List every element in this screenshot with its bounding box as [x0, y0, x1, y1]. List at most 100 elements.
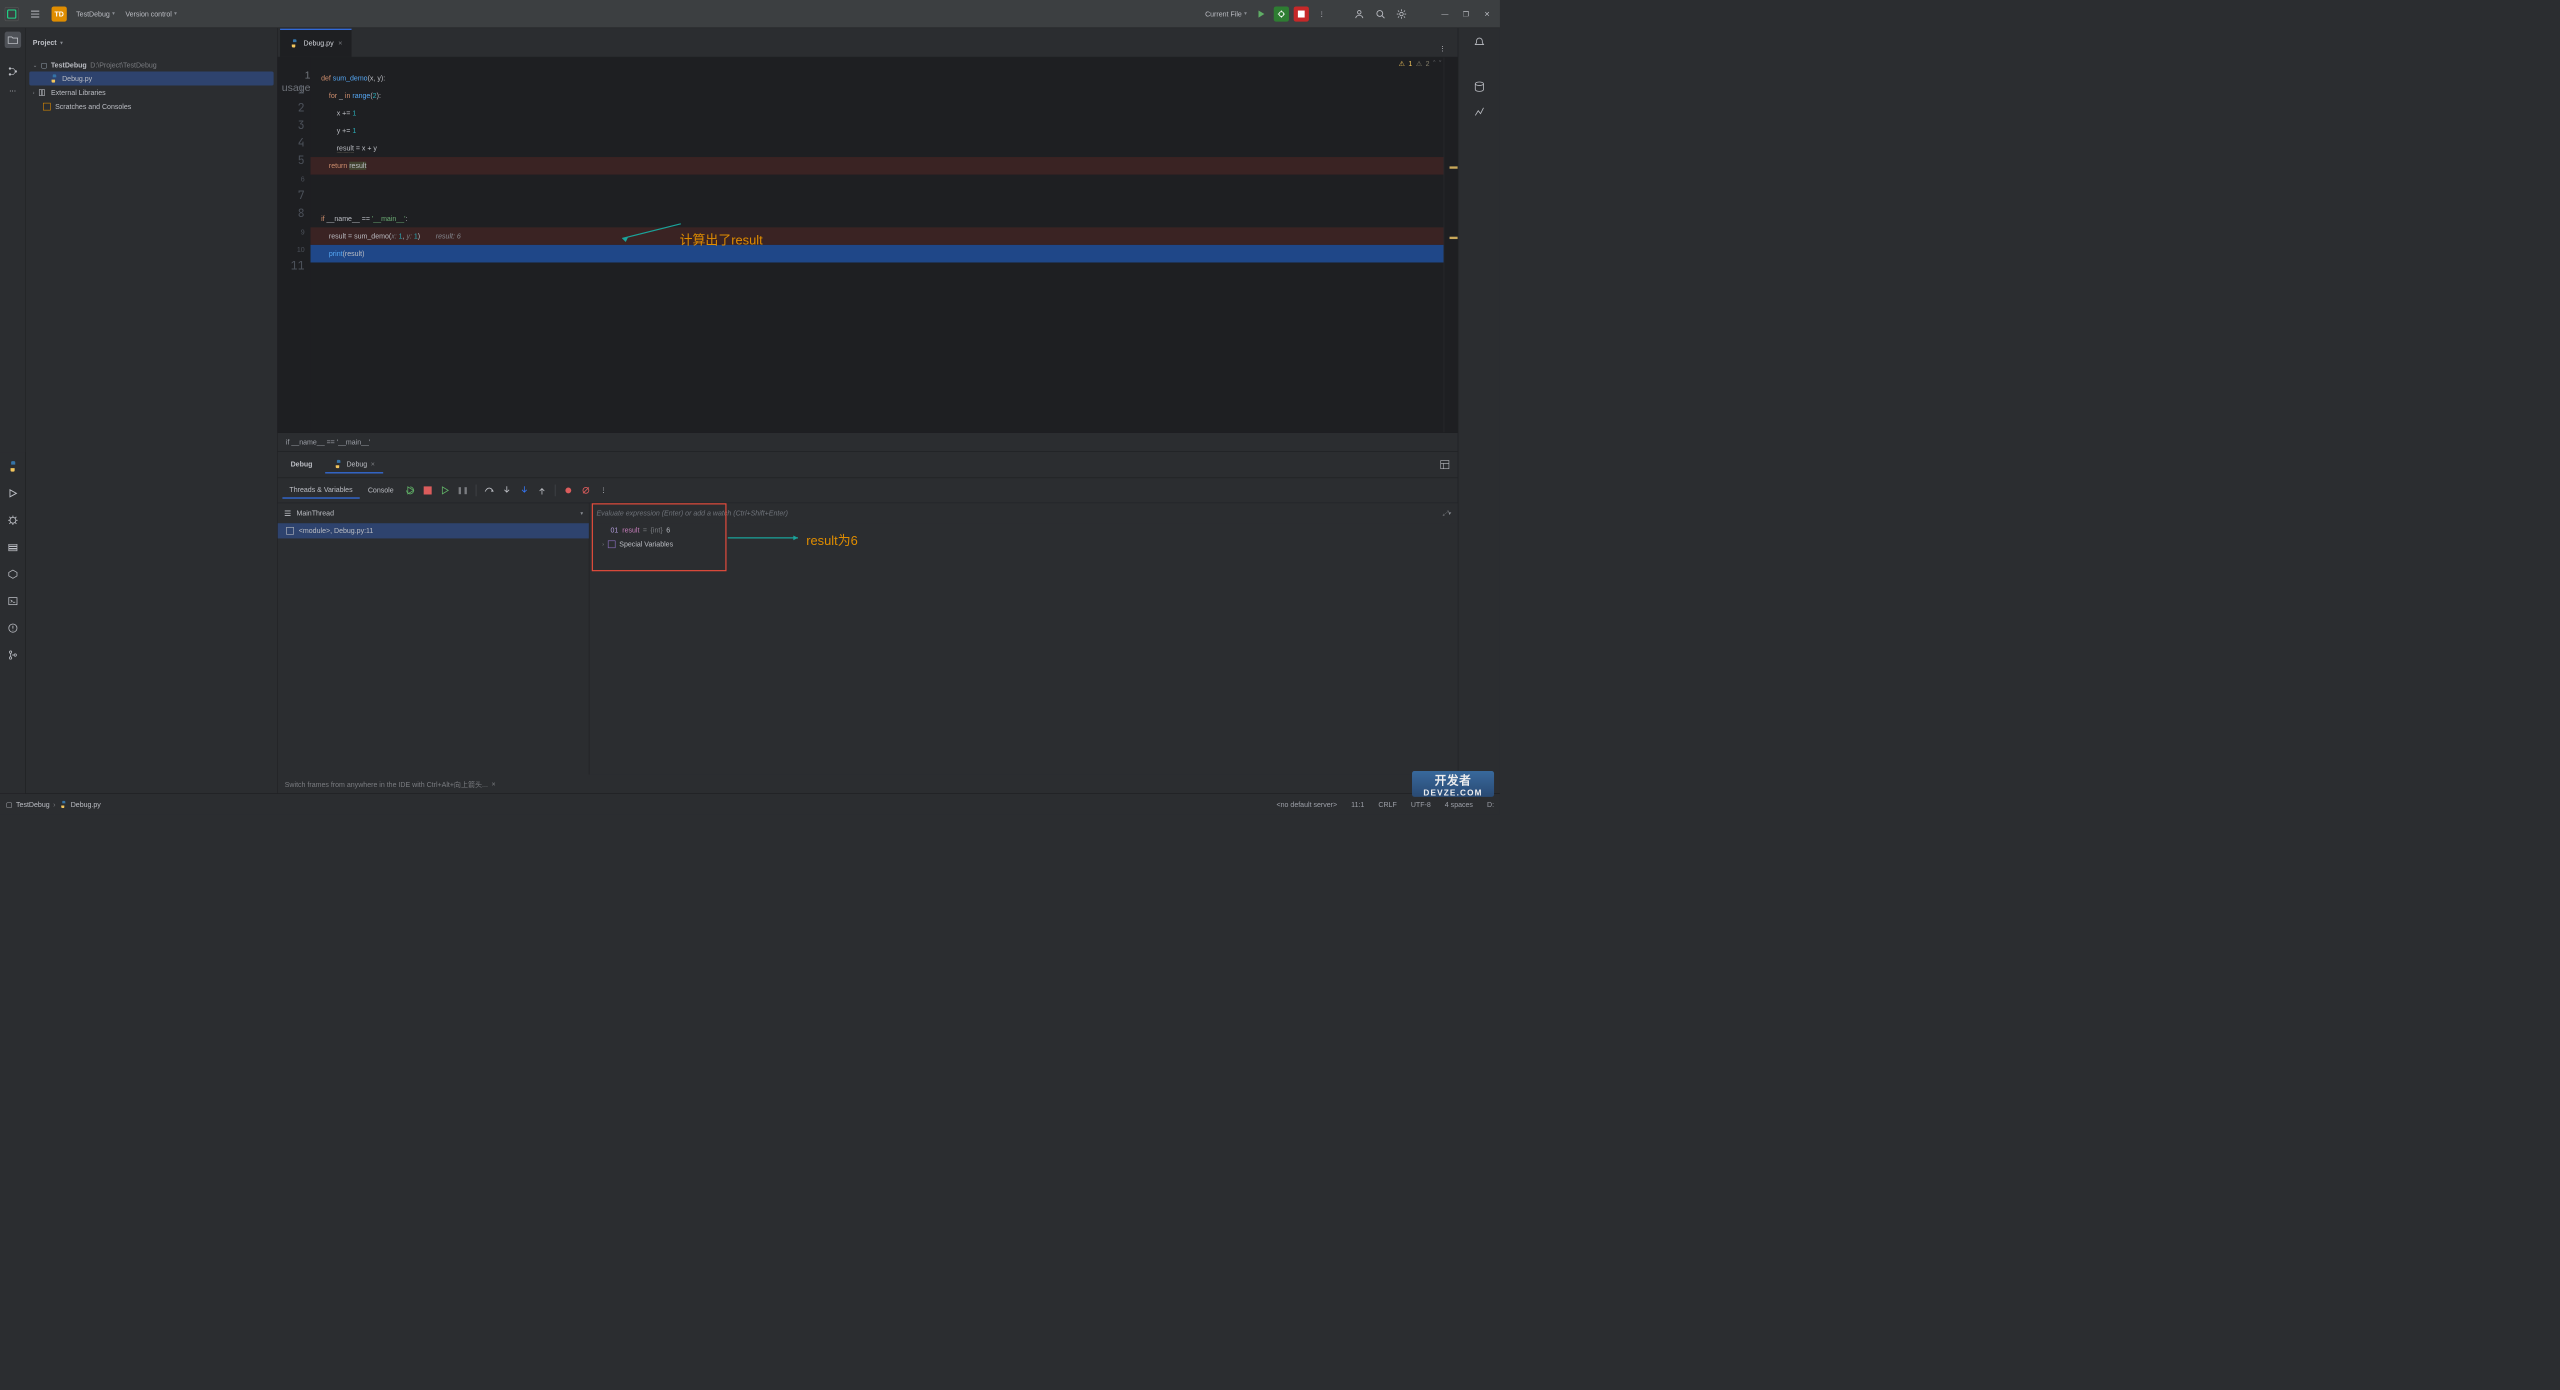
editor-breadcrumb[interactable]: if __name__ == '__main__' — [278, 432, 1458, 451]
project-tool-icon[interactable] — [4, 32, 20, 48]
frame-label: <module>, Debug.py:11 — [299, 527, 374, 535]
console-tab[interactable]: Console — [361, 483, 401, 498]
folder-icon: ▢ — [6, 800, 13, 808]
library-icon — [38, 88, 47, 97]
run-config-label: Current File — [1205, 10, 1242, 18]
annotation-label: result为6 — [806, 530, 858, 549]
tree-scratches[interactable]: Scratches and Consoles — [29, 100, 273, 114]
mute-breakpoints-icon[interactable] — [578, 482, 594, 498]
gutter[interactable]: 1 usage 1 2 3 4 5 6 7 8 9▷ 10 11 — [278, 57, 311, 432]
minimize-icon[interactable]: — — [1437, 6, 1453, 22]
layout-settings-icon[interactable] — [1437, 456, 1453, 472]
chevron-down-icon[interactable]: ▾ — [1448, 510, 1451, 516]
project-dropdown[interactable]: TestDebug ▾ — [75, 7, 116, 20]
debug-tool-title: Debug — [282, 456, 320, 472]
status-line-separator[interactable]: CRLF — [1378, 800, 1396, 808]
chevron-down-icon[interactable]: ▾ — [580, 510, 583, 516]
run-tool-icon[interactable] — [4, 485, 20, 501]
run-button[interactable] — [1253, 6, 1269, 22]
special-variables-row[interactable]: › Special Variables — [589, 537, 1457, 551]
thread-name[interactable]: MainThread — [296, 509, 334, 517]
chevron-right-icon: › — [602, 541, 604, 547]
status-server[interactable]: <no default server> — [1277, 800, 1338, 808]
project-tree[interactable]: ⌄ ▢ TestDebug D:\Project\TestDebug Debug… — [26, 57, 277, 114]
watermark: 开发者 DEVZE.COM — [1412, 771, 1494, 797]
debug-tool-window: Debug Debug × Threads & Variables Consol… — [278, 451, 1458, 793]
close-icon[interactable]: × — [371, 460, 375, 468]
tree-file-debug[interactable]: Debug.py — [29, 71, 273, 85]
app-icon — [5, 7, 19, 21]
code-editor[interactable]: ⚠1 ⚠2 ˆ ˇ 1 usage 1 2 3 4 5 6 7 8 — [278, 57, 1458, 432]
threads-variables-tab[interactable]: Threads & Variables — [282, 482, 359, 498]
annotation-arrow — [616, 221, 686, 244]
close-tab-icon[interactable]: × — [338, 39, 342, 47]
variable-row[interactable]: 01 result = {int} 6 — [589, 523, 1457, 537]
status-indent[interactable]: 4 spaces — [1445, 800, 1473, 808]
step-into-icon[interactable] — [499, 482, 515, 498]
external-libs-label: External Libraries — [51, 88, 106, 96]
resume-icon[interactable] — [437, 482, 453, 498]
variable-icon: 01 — [611, 526, 619, 534]
services-tool-icon[interactable] — [4, 539, 20, 555]
stop-icon[interactable] — [419, 482, 435, 498]
project-tool-title: Project — [33, 39, 57, 47]
debug-tool-icon[interactable] — [4, 512, 20, 528]
status-interpreter[interactable]: D: — [1487, 800, 1494, 808]
sciview-tool-icon[interactable] — [1471, 103, 1487, 119]
settings-icon[interactable] — [1393, 6, 1409, 22]
editor-tab[interactable]: Debug.py × — [280, 29, 352, 57]
tree-external-libraries[interactable]: › External Libraries — [29, 86, 273, 100]
python-file-icon — [289, 39, 298, 48]
more-icon[interactable]: ⋮ — [1314, 6, 1330, 22]
editor-scrollbar[interactable] — [1444, 57, 1458, 432]
evaluate-expression-input[interactable]: Evaluate expression (Enter) or add a wat… — [589, 503, 1457, 523]
tab-options-icon[interactable]: ⋮ — [1434, 40, 1450, 56]
python-packages-icon[interactable] — [4, 566, 20, 582]
chevron-down-icon[interactable]: ▾ — [60, 40, 63, 46]
debug-button[interactable] — [1274, 6, 1289, 21]
vcs-dropdown[interactable]: Version control ▾ — [124, 7, 178, 20]
vcs-tool-icon[interactable] — [4, 647, 20, 663]
project-badge: TD — [52, 6, 67, 21]
frame-row[interactable]: <module>, Debug.py:11 — [278, 523, 589, 538]
close-hint-icon[interactable]: × — [491, 780, 495, 788]
svg-text:01: 01 — [611, 528, 619, 535]
notifications-icon[interactable] — [1471, 34, 1487, 50]
step-into-my-code-icon[interactable] — [516, 482, 532, 498]
code-with-me-icon[interactable] — [1351, 6, 1367, 22]
status-breadcrumb[interactable]: ▢ TestDebug › Debug.py — [6, 800, 101, 808]
more-debug-icon[interactable]: ⋮ — [595, 482, 611, 498]
view-breakpoints-icon[interactable] — [560, 482, 576, 498]
folder-icon: ▢ — [41, 61, 48, 69]
chevron-down-icon: ▾ — [174, 11, 177, 17]
thread-icon — [284, 509, 292, 517]
structure-tool-icon[interactable] — [4, 63, 20, 79]
maximize-icon[interactable]: ❐ — [1458, 6, 1474, 22]
step-out-icon[interactable] — [534, 482, 550, 498]
problems-tool-icon[interactable] — [4, 620, 20, 636]
debug-toolbar: Threads & Variables Console ❚❚ ⋮ — [278, 478, 1458, 504]
pause-icon[interactable]: ❚❚ — [455, 482, 471, 498]
database-tool-icon[interactable] — [1471, 79, 1487, 95]
terminal-tool-icon[interactable] — [4, 593, 20, 609]
chevron-down-icon: ⌄ — [33, 62, 37, 68]
search-icon[interactable] — [1372, 6, 1388, 22]
tab-label: Debug.py — [303, 39, 333, 47]
scratches-label: Scratches and Consoles — [55, 103, 131, 111]
variables-panel: Evaluate expression (Enter) or add a wat… — [589, 503, 1457, 774]
left-bottom-tool-strip — [0, 452, 26, 793]
stop-button[interactable] — [1294, 6, 1309, 21]
main-menu-icon[interactable] — [27, 6, 43, 22]
tree-root[interactable]: ⌄ ▢ TestDebug D:\Project\TestDebug — [29, 59, 273, 72]
more-tools-icon[interactable]: ⋯ — [4, 83, 20, 99]
status-encoding[interactable]: UTF-8 — [1411, 800, 1431, 808]
python-console-icon[interactable] — [4, 458, 20, 474]
run-config-dropdown[interactable]: Current File ▾ — [1204, 7, 1248, 20]
status-caret-pos[interactable]: 11:1 — [1351, 800, 1364, 808]
debug-config-tab[interactable]: Debug × — [325, 456, 383, 474]
rerun-icon[interactable] — [402, 482, 418, 498]
close-icon[interactable]: ✕ — [1479, 6, 1495, 22]
chevron-down-icon: ▾ — [112, 11, 115, 17]
step-over-icon[interactable] — [481, 482, 497, 498]
vcs-label: Version control — [125, 10, 172, 18]
